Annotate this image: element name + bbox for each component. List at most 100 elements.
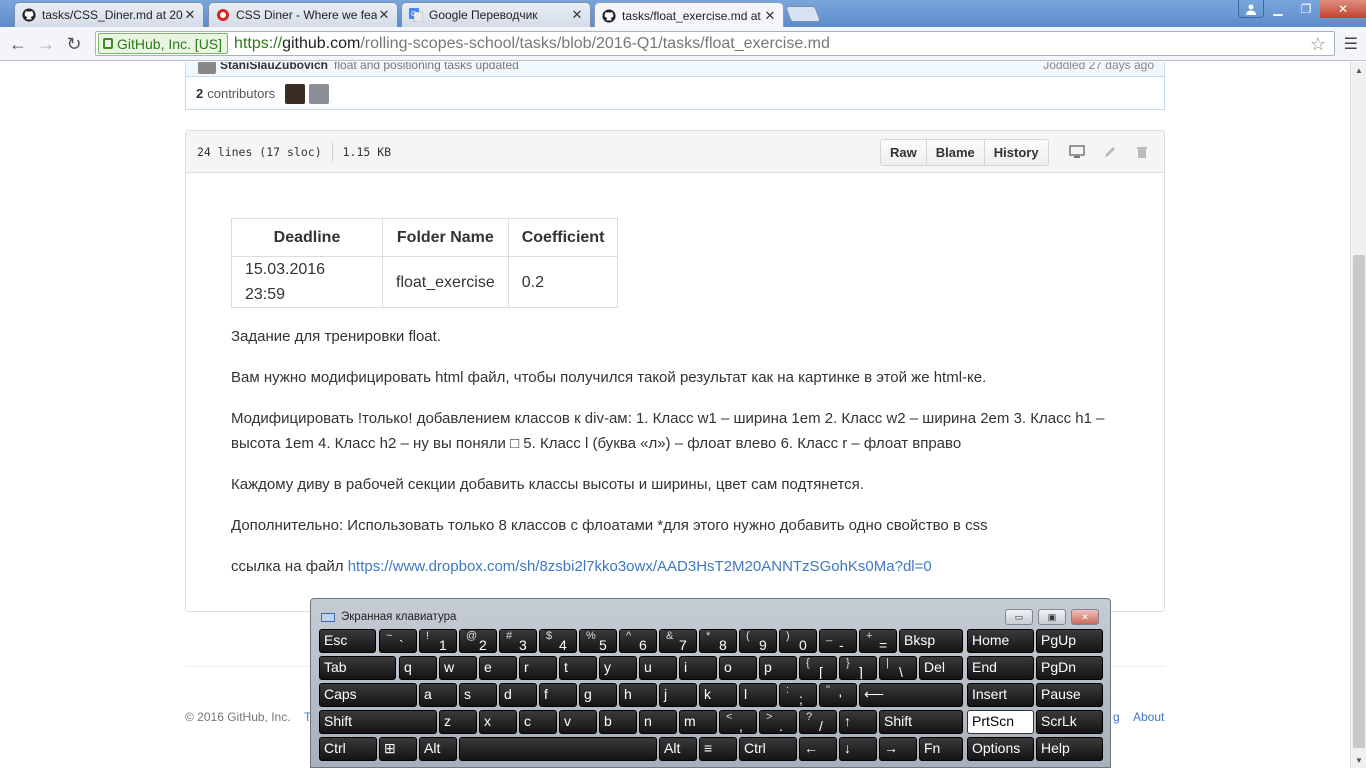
osk-key-/[interactable]: ? / [799, 710, 837, 734]
osk-key-del[interactable]: Del [919, 656, 963, 680]
osk-key-.[interactable]: >. [759, 710, 797, 734]
osk-key-7[interactable]: & 7 [659, 629, 697, 653]
osk-key-⟵[interactable]: ⟵ [859, 683, 963, 707]
new-tab-button[interactable] [785, 6, 821, 22]
browser-tab-css-diner[interactable]: CSS Diner - Where we feas ✕ [208, 2, 398, 27]
osk-key-0[interactable]: ) 0 [779, 629, 817, 653]
osk-key-fn[interactable]: Fn [919, 737, 963, 761]
osk-key-x[interactable]: x [479, 710, 517, 734]
history-button[interactable]: History [983, 140, 1048, 165]
osk-key-m[interactable]: m [679, 710, 717, 734]
osk-key-→[interactable]: → [879, 737, 917, 761]
osk-key-↑[interactable]: ↑ [839, 710, 877, 734]
osk-key-\[interactable]: | \ [879, 656, 917, 680]
osk-key-pgup[interactable]: PgUp [1036, 629, 1103, 653]
osk-key-pgdn[interactable]: PgDn [1036, 656, 1103, 680]
url-text[interactable]: https://github.com/rolling-scopes-school… [234, 35, 830, 53]
osk-key-,[interactable]: <, [719, 710, 757, 734]
osk-key-ctrl[interactable]: Ctrl [319, 737, 377, 761]
commit-message[interactable]: float and positioning tasks updated [334, 62, 519, 72]
footer-link-blog[interactable]: g [1113, 710, 1120, 724]
osk-key-p[interactable]: p [759, 656, 797, 680]
osk-key-≡[interactable]: ≡ [699, 737, 737, 761]
osk-key-][interactable]: }] [839, 656, 877, 680]
window-close-icon[interactable]: ✕ [1320, 0, 1366, 18]
osk-key-a[interactable]: a [419, 683, 457, 707]
scrollbar-thumb[interactable] [1353, 255, 1365, 748]
osk-key-t[interactable]: t [559, 656, 597, 680]
osk-key-y[interactable]: y [599, 656, 637, 680]
osk-key-u[interactable]: u [639, 656, 677, 680]
restore-icon[interactable]: ❐ [1292, 0, 1320, 18]
bookmark-star-icon[interactable]: ☆ [1310, 34, 1326, 55]
osk-key-alt[interactable]: Alt [659, 737, 697, 761]
osk-key-[[interactable]: {[ [799, 656, 837, 680]
osk-key-tab[interactable]: Tab [319, 656, 396, 680]
close-icon[interactable]: ✕ [183, 7, 197, 23]
osk-key-q[interactable]: q [399, 656, 437, 680]
user-profile-icon[interactable] [1238, 0, 1264, 18]
contributor-avatar[interactable] [285, 83, 306, 104]
contributor-avatar[interactable] [309, 83, 330, 104]
osk-key-w[interactable]: w [439, 656, 477, 680]
osk-key-scrlk[interactable]: ScrLk [1036, 710, 1103, 734]
author-avatar[interactable] [198, 62, 216, 74]
osk-key-5[interactable]: % 5 [579, 629, 617, 653]
osk-key-esc[interactable]: Esc [319, 629, 376, 653]
browser-menu-icon[interactable]: ☰ [1344, 34, 1358, 54]
osk-key-8[interactable]: * 8 [699, 629, 737, 653]
osk-key-ctrl[interactable]: Ctrl [739, 737, 797, 761]
osk-key-end[interactable]: End [967, 656, 1034, 680]
osk-key-c[interactable]: c [519, 710, 557, 734]
scroll-up-icon[interactable]: ▲ [1351, 62, 1366, 78]
osk-key-3[interactable]: #3 [499, 629, 537, 653]
osk-key-;[interactable]: :; [779, 683, 817, 707]
reload-icon[interactable]: ↻ [62, 32, 86, 56]
page-scrollbar[interactable]: ▲ ▼ [1350, 62, 1366, 768]
osk-key-shift[interactable]: Shift [319, 710, 437, 734]
ev-certificate-badge[interactable]: GitHub, Inc. [US] [98, 33, 229, 54]
minimize-icon[interactable]: ▁ [1264, 0, 1292, 18]
footer-link-about[interactable]: About [1133, 710, 1164, 724]
osk-key-help[interactable]: Help [1036, 737, 1103, 761]
osk-key-home[interactable]: Home [967, 629, 1034, 653]
osk-key-2[interactable]: @2 [459, 629, 497, 653]
osk-key-←[interactable]: ← [799, 737, 837, 761]
dropbox-link[interactable]: https://www.dropbox.com/sh/8zsbi2l7kko3o… [348, 558, 932, 575]
raw-button[interactable]: Raw [881, 140, 926, 165]
osk-key-z[interactable]: z [439, 710, 477, 734]
commit-author[interactable]: StaniSlauZubovich [220, 62, 328, 72]
osk-key-1[interactable]: ! 1 [419, 629, 457, 653]
close-icon[interactable]: ✕ [763, 8, 777, 24]
osk-key-e[interactable]: e [479, 656, 517, 680]
back-arrow-icon[interactable]: ← [6, 32, 30, 56]
osk-key-o[interactable]: o [719, 656, 757, 680]
osk-key-h[interactable]: h [619, 683, 657, 707]
scroll-down-icon[interactable]: ▼ [1351, 752, 1366, 768]
osk-key-⊞[interactable]: ⊞ [379, 737, 417, 761]
forward-arrow-icon[interactable]: → [34, 32, 58, 56]
blame-button[interactable]: Blame [925, 140, 984, 165]
osk-key-n[interactable]: n [639, 710, 677, 734]
osk-key-l[interactable]: l [739, 683, 777, 707]
osk-key-options[interactable]: Options [967, 737, 1034, 761]
osk-key-g[interactable]: g [579, 683, 617, 707]
desktop-icon[interactable] [1068, 143, 1086, 161]
osk-key-f[interactable]: f [539, 683, 577, 707]
osk-key-↓[interactable]: ↓ [839, 737, 877, 761]
osk-key-'[interactable]: " ' [819, 683, 857, 707]
osk-key-alt[interactable]: Alt [419, 737, 457, 761]
osk-key-d[interactable]: d [499, 683, 537, 707]
osk-key-6[interactable]: ^ 6 [619, 629, 657, 653]
osk-minimize-icon[interactable]: ▭ [1005, 609, 1033, 625]
close-icon[interactable]: ✕ [570, 7, 584, 23]
osk-key-j[interactable]: j [659, 683, 697, 707]
osk-key-9[interactable]: (9 [739, 629, 777, 653]
osk-key-insert[interactable]: Insert [967, 683, 1034, 707]
osk-key-i[interactable]: i [679, 656, 717, 680]
osk-key-space[interactable] [459, 737, 657, 761]
osk-key-b[interactable]: b [599, 710, 637, 734]
osk-key-pause[interactable]: Pause [1036, 683, 1103, 707]
osk-key-s[interactable]: s [459, 683, 497, 707]
browser-tab-float-exercise[interactable]: tasks/float_exercise.md at ✕ [594, 2, 784, 28]
